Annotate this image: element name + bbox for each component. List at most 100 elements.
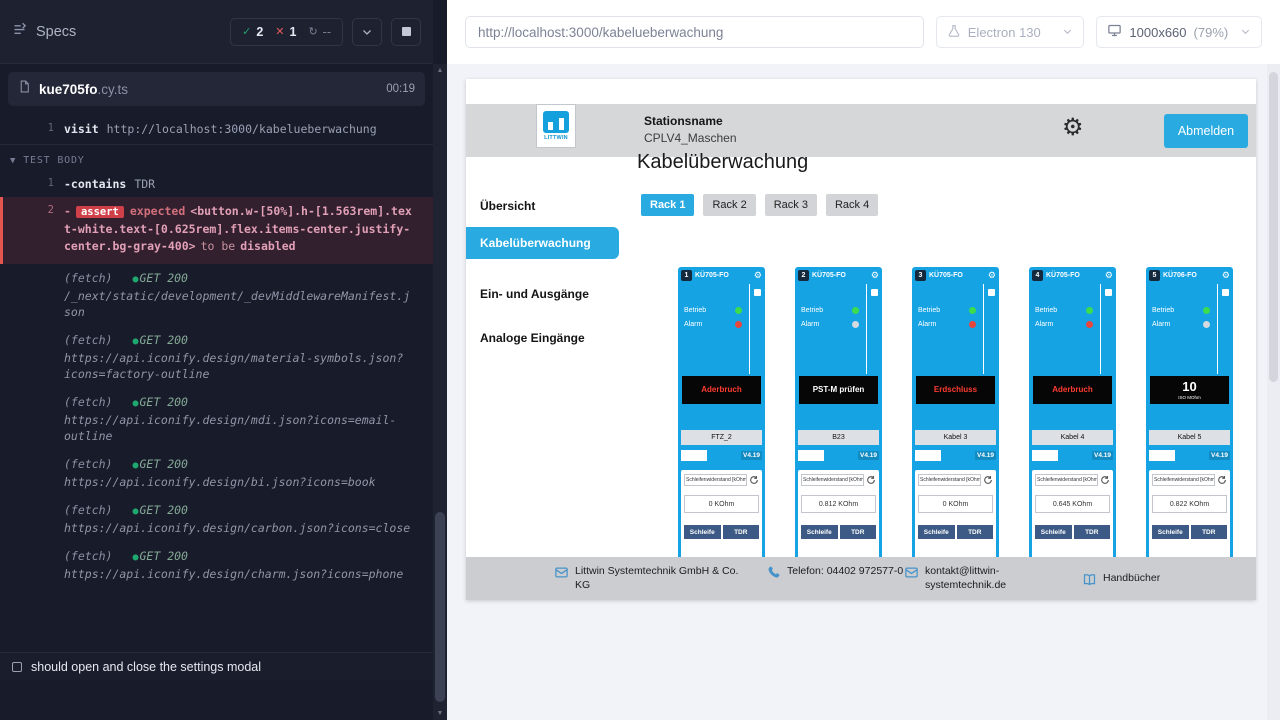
- sidebar-item-analoge-eingaenge[interactable]: Analoge Eingänge: [480, 331, 585, 345]
- alarm-label: Alarm: [684, 321, 702, 328]
- scrollbar-thumb[interactable]: [435, 512, 445, 702]
- card-buttons: Schleife TDR: [1152, 525, 1227, 539]
- card-gear-icon[interactable]: ⚙: [1222, 271, 1230, 280]
- tab-rack-2[interactable]: Rack 2: [703, 194, 755, 216]
- footer-phone: Telefon: 04402 972577-0: [766, 564, 905, 585]
- betrieb-led: [969, 307, 976, 314]
- card-gear-icon[interactable]: ⚙: [871, 271, 879, 280]
- fetch-status: GET 200: [140, 549, 188, 563]
- scroll-up-icon[interactable]: ▲: [433, 64, 447, 77]
- card-mini-input[interactable]: [915, 450, 941, 461]
- tdr-button[interactable]: TDR: [1191, 525, 1228, 539]
- refresh-icon[interactable]: [749, 475, 759, 485]
- fetch-type: (fetch): [64, 271, 112, 285]
- schleife-button[interactable]: Schleife: [918, 525, 955, 539]
- phone-icon: [766, 565, 781, 585]
- card-buttons: Schleife TDR: [684, 525, 759, 539]
- card-mini-input[interactable]: [798, 450, 824, 461]
- command-name: -contains: [64, 177, 126, 191]
- footer-manuals-link[interactable]: Handbücher: [1103, 571, 1160, 585]
- network-log-row[interactable]: (fetch)●GET 200 /_next/static/developmen…: [0, 264, 433, 326]
- network-log-row[interactable]: (fetch)●GET 200 https://api.iconify.desi…: [0, 450, 433, 496]
- card-mini-input[interactable]: [681, 450, 707, 461]
- tdr-button[interactable]: TDR: [723, 525, 760, 539]
- network-log-row[interactable]: (fetch)●GET 200 https://api.iconify.desi…: [0, 326, 433, 388]
- betrieb-led: [1203, 307, 1210, 314]
- viewport-selector[interactable]: 1000x660 (79%): [1096, 16, 1262, 48]
- collapse-button[interactable]: [352, 18, 382, 46]
- cable-name-field[interactable]: FTZ_2: [681, 430, 762, 445]
- schleife-button[interactable]: Schleife: [801, 525, 838, 539]
- betrieb-row: Betrieb: [1152, 307, 1210, 314]
- cable-name-field[interactable]: Kabel 3: [915, 430, 996, 445]
- network-log-row[interactable]: (fetch)●GET 200 https://api.iconify.desi…: [0, 542, 433, 588]
- line-number: [0, 548, 64, 582]
- scroll-down-icon[interactable]: ▼: [433, 707, 447, 720]
- schleife-button[interactable]: Schleife: [1035, 525, 1072, 539]
- card-checkbox[interactable]: [988, 289, 995, 296]
- logout-button[interactable]: Abmelden: [1164, 114, 1248, 148]
- line-number: 1: [0, 121, 64, 137]
- monitor-icon: [1107, 23, 1122, 41]
- card-gear-icon[interactable]: ⚙: [988, 271, 996, 280]
- card-checkbox[interactable]: [1105, 289, 1112, 296]
- schleife-button[interactable]: Schleife: [1152, 525, 1189, 539]
- page-scrollbar[interactable]: [1267, 64, 1280, 720]
- card-gear-icon[interactable]: ⚙: [1105, 271, 1113, 280]
- card-checkbox[interactable]: [1222, 289, 1229, 296]
- specs-link[interactable]: Specs: [36, 24, 76, 40]
- reporter-scrollbar[interactable]: ▲ ▼: [433, 64, 447, 720]
- card-checkbox[interactable]: [871, 289, 878, 296]
- status-text: PST-M prüfen: [813, 386, 865, 395]
- card-divider: [1100, 284, 1101, 374]
- alarm-led: [1203, 321, 1210, 328]
- card-header: 2 KÜ705-FO ⚙: [795, 267, 882, 283]
- spec-file-row[interactable]: kue705fo.cy.ts 00:19: [8, 72, 425, 106]
- refresh-icon[interactable]: [866, 475, 876, 485]
- cable-name-field[interactable]: Kabel 4: [1032, 430, 1113, 445]
- sidebar-item-kabelueberwachung[interactable]: Kabelüberwachung: [466, 227, 619, 259]
- schleife-button[interactable]: Schleife: [684, 525, 721, 539]
- scrollbar-thumb[interactable]: [1269, 72, 1278, 382]
- tab-rack-4[interactable]: Rack 4: [826, 194, 878, 216]
- browser-selector[interactable]: Electron 130: [936, 16, 1085, 48]
- failed-assert-row[interactable]: 2 -assertexpected<button.w-[50%].h-[1.56…: [0, 197, 433, 264]
- test-body-section[interactable]: ▼ TEST BODY: [0, 145, 433, 173]
- cypress-reporter: Specs ✓2 ✕1 ↻-- kue705fo.cy.ts 00:19 1 v…: [0, 0, 433, 720]
- refresh-icon[interactable]: [1100, 475, 1110, 485]
- cable-name-field[interactable]: Kabel 5: [1149, 430, 1230, 445]
- status-dot-icon: ●: [132, 506, 138, 517]
- card-mini-input[interactable]: [1149, 450, 1175, 461]
- card-number-badge: 4: [1032, 270, 1043, 281]
- card-mini-input[interactable]: [1032, 450, 1058, 461]
- sidebar-item-uebersicht[interactable]: Übersicht: [480, 199, 535, 213]
- network-log-row[interactable]: (fetch)●GET 200 https://api.iconify.desi…: [0, 388, 433, 450]
- tdr-button[interactable]: TDR: [957, 525, 994, 539]
- tdr-button[interactable]: TDR: [1074, 525, 1111, 539]
- settings-gear-icon[interactable]: ⚙: [1062, 116, 1084, 140]
- card-gear-icon[interactable]: ⚙: [754, 271, 762, 280]
- cable-name-field[interactable]: B23: [798, 430, 879, 445]
- sidebar-item-ein-und-ausgaenge[interactable]: Ein- und Ausgänge: [480, 287, 589, 301]
- betrieb-row: Betrieb: [801, 307, 859, 314]
- refresh-icon[interactable]: [983, 475, 993, 485]
- passed-stat: ✓2: [242, 25, 263, 39]
- station-info: Stationsname CPLV4_Maschen: [644, 113, 737, 147]
- tab-rack-1[interactable]: Rack 1: [641, 194, 694, 216]
- app-under-test: LITTWIN Stationsname CPLV4_Maschen ⚙ Abm…: [466, 79, 1256, 600]
- stop-button[interactable]: [391, 18, 421, 46]
- address-input[interactable]: [465, 16, 924, 48]
- card-checkbox[interactable]: [754, 289, 761, 296]
- tab-rack-3[interactable]: Rack 3: [765, 194, 817, 216]
- alarm-row: Alarm: [1035, 321, 1093, 328]
- status-display: Erdschluss: [916, 376, 995, 404]
- version-row: V4.19: [1032, 449, 1113, 461]
- tdr-button[interactable]: TDR: [840, 525, 877, 539]
- network-log-row[interactable]: (fetch)●GET 200 https://api.iconify.desi…: [0, 496, 433, 542]
- visit-command-row[interactable]: 1 visithttp://localhost:3000/kabelueberw…: [0, 118, 433, 145]
- refresh-icon[interactable]: [1217, 475, 1227, 485]
- card-number-badge: 5: [1149, 270, 1160, 281]
- contains-command-row[interactable]: 1 -containsTDR: [0, 173, 433, 195]
- version-row: V4.19: [915, 449, 996, 461]
- next-test-row[interactable]: should open and close the settings modal: [0, 652, 433, 680]
